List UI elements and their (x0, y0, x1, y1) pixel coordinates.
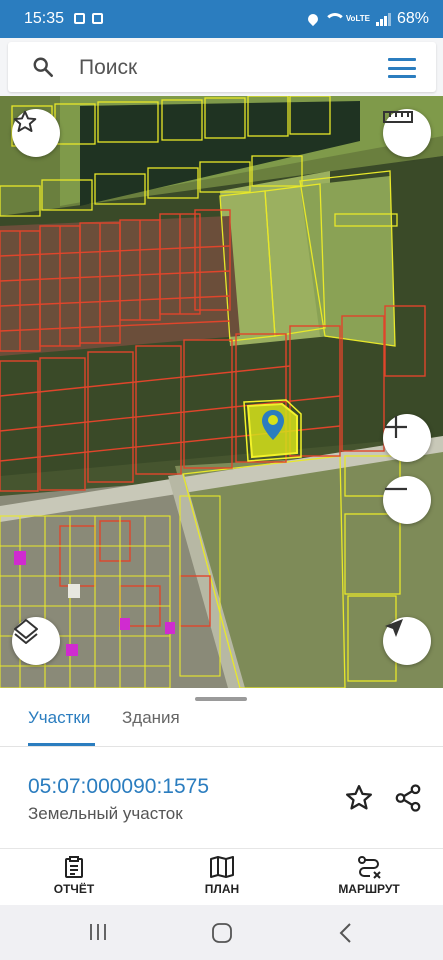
route-label: МАРШРУТ (338, 882, 400, 896)
map-plan-icon (210, 856, 234, 878)
active-tab-indicator (28, 743, 95, 746)
signal-icon (375, 12, 391, 26)
status-bar: 15:35 VoLTE 68% (0, 0, 443, 38)
search-icon (33, 57, 53, 77)
star-icon (13, 110, 37, 132)
search-bar: Поиск (0, 38, 443, 96)
cadastral-number[interactable]: 05:07:000090:1575 (28, 775, 209, 799)
notification-box-icon (92, 13, 103, 24)
layers-button[interactable] (12, 617, 60, 665)
ruler-icon (383, 111, 413, 123)
home-icon[interactable] (211, 922, 233, 944)
navigation-arrow-icon (385, 619, 403, 637)
wifi-icon (323, 13, 346, 25)
location-icon (305, 11, 320, 27)
back-icon[interactable] (338, 922, 354, 944)
report-button[interactable]: ОТЧЁТ (24, 855, 124, 896)
report-label: ОТЧЁТ (53, 882, 95, 896)
satellite-map-layer (0, 96, 443, 688)
zoom-out-button[interactable] (383, 476, 431, 524)
clock: 15:35 (24, 10, 65, 27)
cadastral-map[interactable] (0, 96, 443, 688)
plus-icon (385, 416, 407, 438)
star-icon[interactable] (344, 783, 374, 813)
plan-button[interactable]: ПЛАН (172, 855, 272, 896)
recent-apps-icon[interactable] (88, 922, 108, 942)
favorites-button[interactable] (12, 109, 60, 157)
bottom-navigation: ОТЧЁТ ПЛАН МАРШРУТ (0, 848, 443, 905)
route-icon (358, 856, 381, 879)
share-icon[interactable] (393, 783, 423, 813)
map-pin-icon[interactable] (262, 410, 284, 440)
layers-icon (14, 619, 38, 644)
search-placeholder: Поиск (79, 56, 138, 79)
route-button[interactable]: МАРШРУТ (319, 855, 419, 896)
report-icon (65, 856, 83, 878)
system-navigation-bar (0, 905, 443, 960)
locate-button[interactable] (383, 617, 431, 665)
plan-label: ПЛАН (204, 882, 240, 896)
ruler-button[interactable] (383, 109, 431, 157)
tab-bar: Участки Здания (0, 700, 443, 747)
volte-icon: VoLTE (345, 14, 370, 23)
notification-box-icon (74, 13, 85, 24)
search-input[interactable]: Поиск (8, 42, 436, 92)
zoom-in-button[interactable] (383, 414, 431, 462)
parcel-type: Земельный участок (28, 804, 183, 823)
tab-parcels[interactable]: Участки (28, 708, 90, 728)
battery-level: 68% (396, 10, 429, 27)
hamburger-menu-icon[interactable] (388, 58, 416, 78)
minus-icon (385, 487, 407, 491)
tab-buildings[interactable]: Здания (122, 708, 180, 728)
